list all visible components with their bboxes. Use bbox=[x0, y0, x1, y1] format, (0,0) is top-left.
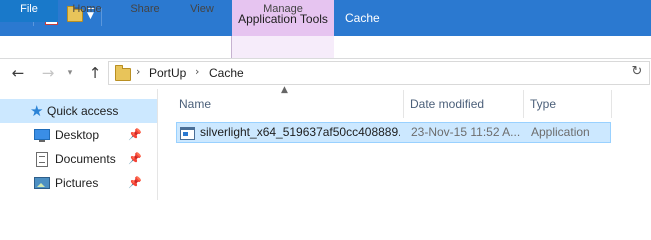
nav-item-label: Documents bbox=[55, 152, 116, 166]
nav-item-documents[interactable]: Documents 📌 bbox=[0, 147, 157, 171]
tab-divider bbox=[231, 36, 232, 58]
window-title: Cache bbox=[345, 11, 380, 25]
column-divider[interactable] bbox=[611, 90, 612, 118]
column-header-name[interactable]: Name bbox=[179, 97, 211, 117]
nav-item-label: Desktop bbox=[55, 128, 100, 142]
up-arrow-icon[interactable]: ↑ bbox=[85, 63, 105, 83]
forward-arrow-icon[interactable]: → bbox=[38, 63, 58, 83]
address-bar[interactable]: › PortUp › Cache ↻ bbox=[108, 61, 650, 85]
file-type: Application bbox=[531, 125, 590, 139]
chevron-right-icon[interactable]: › bbox=[195, 65, 199, 78]
tab-home[interactable]: Home bbox=[62, 0, 112, 22]
star-icon: ★ bbox=[30, 102, 44, 120]
nav-item-label: Pictures bbox=[55, 176, 99, 190]
context-tab-group bbox=[232, 36, 334, 58]
column-header-type[interactable]: Type bbox=[530, 97, 556, 117]
tab-file[interactable]: File bbox=[0, 0, 58, 22]
tab-view[interactable]: View bbox=[177, 0, 227, 22]
address-row: ← → ▾ ↑ › PortUp › Cache ↻ bbox=[0, 59, 651, 89]
column-header-date-modified[interactable]: Date modified bbox=[410, 97, 484, 117]
file-date-modified: 23-Nov-15 11:52 A... bbox=[411, 125, 521, 139]
pin-icon[interactable]: 📌 bbox=[128, 123, 142, 147]
tab-share[interactable]: Share bbox=[120, 0, 170, 22]
pin-icon[interactable]: 📌 bbox=[128, 171, 142, 195]
breadcrumb-portup[interactable]: PortUp bbox=[149, 66, 186, 80]
chevron-right-icon[interactable]: › bbox=[136, 65, 140, 78]
column-divider[interactable] bbox=[403, 90, 404, 118]
nav-item-desktop[interactable]: Desktop 📌 bbox=[0, 123, 157, 147]
sort-ascending-icon: ▲ bbox=[281, 85, 288, 95]
nav-item-quick-access[interactable]: ★ Quick access bbox=[0, 99, 157, 123]
back-arrow-icon[interactable]: ← bbox=[8, 63, 28, 83]
column-divider[interactable] bbox=[523, 90, 524, 118]
file-name: silverlight_x64_519637af50cc408889... bbox=[200, 125, 400, 139]
refresh-icon[interactable]: ↻ bbox=[627, 64, 647, 79]
navigation-pane: ★ Quick access Desktop 📌 Documents 📌 Pic… bbox=[0, 89, 157, 200]
breadcrumb-cache[interactable]: Cache bbox=[209, 66, 244, 80]
file-row[interactable]: silverlight_x64_519637af50cc408889... 23… bbox=[176, 122, 611, 143]
pin-icon[interactable]: 📌 bbox=[128, 147, 142, 171]
file-list bbox=[158, 89, 651, 200]
documents-icon bbox=[36, 152, 48, 167]
nav-item-pictures[interactable]: Pictures 📌 bbox=[0, 171, 157, 195]
application-icon bbox=[180, 127, 195, 140]
desktop-icon bbox=[34, 129, 50, 142]
recent-locations-icon[interactable]: ▾ bbox=[60, 63, 80, 83]
tab-manage[interactable]: Manage bbox=[240, 0, 326, 22]
folder-icon bbox=[115, 65, 131, 81]
pictures-icon bbox=[34, 177, 50, 189]
nav-item-label: Quick access bbox=[47, 104, 119, 118]
